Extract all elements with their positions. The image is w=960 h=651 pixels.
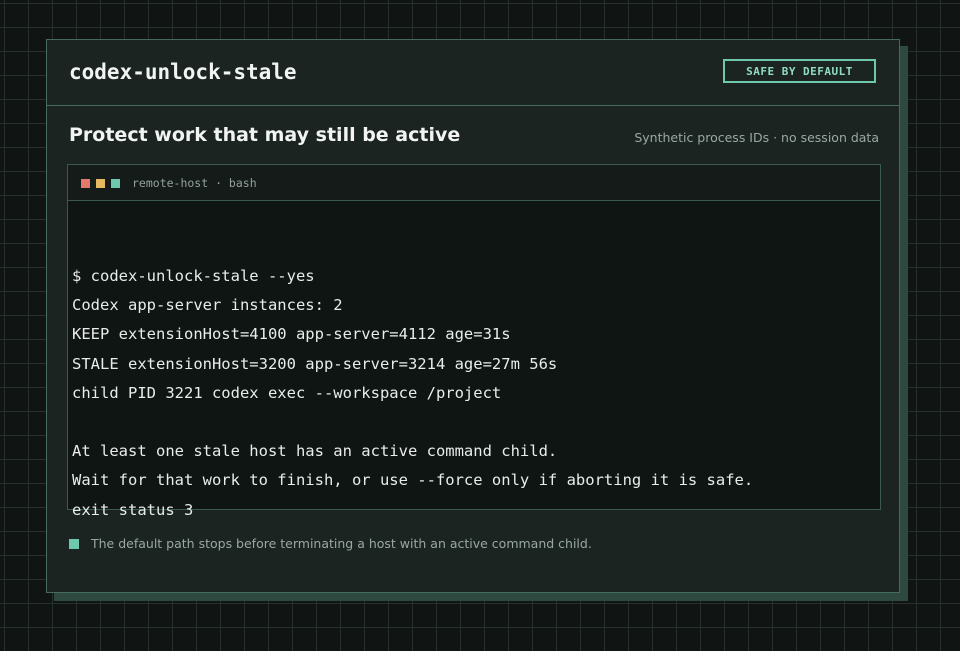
footnote-text: The default path stops before terminatin… xyxy=(91,536,592,551)
terminal-line: Codex app-server instances: 2 xyxy=(72,296,343,315)
terminal-line: child PID 3221 codex exec --workspace /p… xyxy=(72,383,502,402)
terminal-line: At least one stale host has an active co… xyxy=(72,442,558,461)
footnote: The default path stops before terminatin… xyxy=(69,536,592,551)
terminal-output: $ codex-unlock-stale --yes Codex app-ser… xyxy=(72,262,753,525)
main-card: codex-unlock-stale SAFE BY DEFAULT Prote… xyxy=(46,39,900,593)
status-badge: SAFE BY DEFAULT xyxy=(723,59,876,83)
page-title: codex-unlock-stale xyxy=(69,60,297,84)
terminal-line: KEEP extensionHost=4100 app-server=4112 … xyxy=(72,325,511,344)
square-marker-icon xyxy=(69,538,79,549)
close-dot-icon xyxy=(81,179,90,188)
card-header: codex-unlock-stale SAFE BY DEFAULT xyxy=(47,40,899,106)
section-note: Synthetic process IDs · no session data xyxy=(634,130,879,145)
maximize-dot-icon xyxy=(111,179,120,188)
terminal-line: STALE extensionHost=3200 app-server=3214… xyxy=(72,354,558,373)
terminal-line: $ codex-unlock-stale --yes xyxy=(72,267,315,285)
terminal-line: Wait for that work to finish, or use --f… xyxy=(72,471,754,490)
section-title: Protect work that may still be active xyxy=(69,124,461,146)
terminal-title: remote-host · bash xyxy=(132,176,257,190)
terminal-line: exit status 3 xyxy=(72,500,194,519)
minimize-dot-icon xyxy=(96,179,105,188)
terminal-title-bar: remote-host · bash xyxy=(68,165,880,201)
